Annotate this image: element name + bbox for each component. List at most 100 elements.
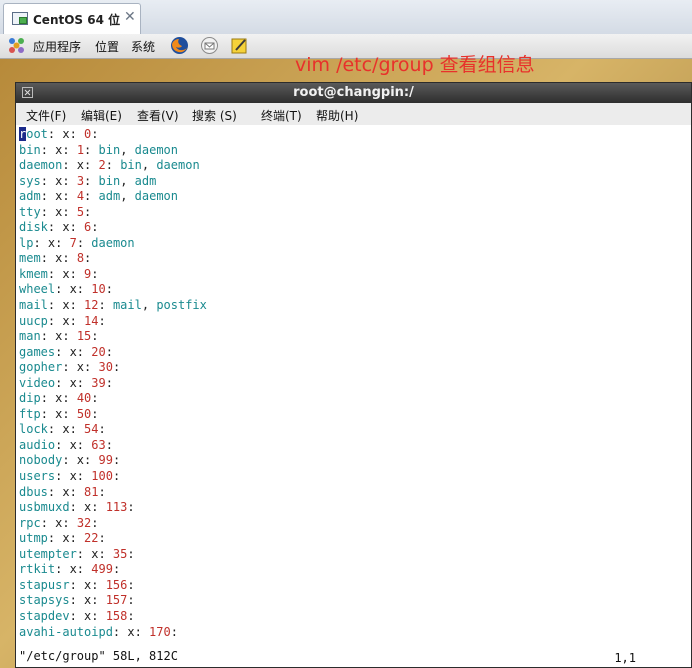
separator: : <box>105 282 113 297</box>
separator: : <box>127 500 135 515</box>
separator: : x: <box>69 608 106 623</box>
group-name: disk <box>19 220 48 235</box>
separator: : x: <box>55 562 92 577</box>
buffer-line: audio: x: 63: <box>19 438 207 454</box>
separator: : <box>112 562 121 577</box>
group-id: 10 <box>91 282 106 297</box>
buffer-line: wheel: x: 10: <box>19 282 207 298</box>
vm-tab-centos[interactable]: CentOS 64 位 ✕ <box>3 3 141 34</box>
notes-icon[interactable] <box>230 36 249 55</box>
separator: : <box>112 469 121 484</box>
separator: : <box>76 235 85 250</box>
separator: : <box>105 158 113 173</box>
separator: : x: <box>62 453 99 468</box>
group-name: kmem <box>19 266 48 281</box>
group-id: 5 <box>76 204 85 219</box>
vim-buffer: root: x: 0: bin: x: 1: bin, daemon daemon:… <box>19 127 207 640</box>
group-name: adm <box>19 189 41 204</box>
terminal-titlebar[interactable]: root@changpin:/ <box>16 83 691 103</box>
separator: : <box>98 422 106 437</box>
separator: : x: <box>33 235 70 250</box>
group-id: 54 <box>84 422 99 437</box>
mail-icon[interactable] <box>200 36 219 55</box>
menu-help[interactable]: 帮助(H) <box>316 107 358 124</box>
group-id: 499 <box>91 562 113 577</box>
group-name: nobody <box>19 453 63 468</box>
group-id: 8 <box>76 251 85 266</box>
menu-places[interactable]: 位置 <box>95 38 119 55</box>
group-member: bin <box>120 158 142 173</box>
group-name: rpc <box>19 515 41 530</box>
group-id: 170 <box>149 624 171 639</box>
separator: : x: <box>40 391 77 406</box>
group-name: lp <box>19 235 34 250</box>
buffer-line: tty: x: 5: <box>19 205 207 221</box>
group-name: utmp <box>19 531 48 546</box>
buffer-line: sys: x: 3: bin, adm <box>19 174 207 190</box>
vim-status-line: "/etc/group" 58L, 812C <box>19 649 178 663</box>
separator: : x: <box>40 406 77 421</box>
separator: : x: <box>40 251 77 266</box>
group-id: 7 <box>69 235 77 250</box>
separator: : <box>84 204 92 219</box>
separator: : x: <box>69 500 106 515</box>
group-name: usbmuxd <box>19 500 70 515</box>
group-member: mail <box>112 298 142 313</box>
group-name: audio <box>19 437 56 452</box>
group-id: 156 <box>105 577 128 592</box>
applications-icon[interactable] <box>8 37 25 54</box>
terminal-menubar: 文件(F) 编辑(E) 查看(V) 搜索 (S) 终端(T) 帮助(H) <box>16 103 691 126</box>
separator: : <box>98 484 106 499</box>
separator: : <box>127 593 135 608</box>
separator: : x: <box>55 282 92 297</box>
separator: : x: <box>47 266 85 281</box>
buffer-line: man: x: 15: <box>19 329 207 345</box>
group-id: 20 <box>91 344 106 359</box>
menu-view[interactable]: 查看(V) <box>137 107 179 124</box>
separator: : x: <box>69 577 106 592</box>
separator: : x: <box>40 189 77 204</box>
group-id: 99 <box>98 453 113 468</box>
buffer-line: lock: x: 54: <box>19 422 207 438</box>
buffer-line: root: x: 0: <box>19 127 207 143</box>
group-name: man <box>19 329 41 344</box>
group-id: 100 <box>91 469 113 484</box>
separator: : <box>105 344 113 359</box>
group-id: 30 <box>98 360 113 375</box>
separator: : <box>91 266 99 281</box>
vm-tab-bar: CentOS 64 位 ✕ <box>0 0 692 35</box>
menu-applications[interactable]: 应用程序 <box>33 38 81 55</box>
group-name: lock <box>19 422 48 437</box>
group-name: games <box>19 344 56 359</box>
firefox-icon[interactable] <box>170 36 189 55</box>
separator: : <box>127 608 135 623</box>
buffer-line: ftp: x: 50: <box>19 407 207 423</box>
cursor-position: 1,1 <box>614 651 636 665</box>
separator: : x: <box>40 204 77 219</box>
separator: , <box>120 189 135 204</box>
separator: : <box>98 298 106 313</box>
menu-edit[interactable]: 编辑(E) <box>81 107 122 124</box>
separator: : x: <box>55 375 92 390</box>
menu-search[interactable]: 搜索 (S) <box>192 107 237 124</box>
menu-file[interactable]: 文件(F) <box>26 107 66 124</box>
separator: : <box>112 360 121 375</box>
group-member: adm <box>134 173 157 188</box>
buffer-line: bin: x: 1: bin, daemon <box>19 143 207 159</box>
group-id: 4 <box>76 189 85 204</box>
group-id: 32 <box>76 515 92 530</box>
close-icon[interactable]: ✕ <box>124 9 136 25</box>
group-name: dip <box>19 391 41 406</box>
separator: , <box>120 142 135 157</box>
group-name: stapsys <box>19 593 70 608</box>
buffer-line: adm: x: 4: adm, daemon <box>19 189 207 205</box>
terminal-screen[interactable]: root: x: 0: bin: x: 1: bin, daemon daemon:… <box>16 125 691 667</box>
group-name: oot <box>26 127 48 141</box>
separator: : x: <box>69 593 106 608</box>
menu-system[interactable]: 系统 <box>131 38 155 55</box>
menu-terminal[interactable]: 终端(T) <box>261 107 302 124</box>
separator: : <box>127 546 135 561</box>
group-name: stapdev <box>19 608 70 623</box>
